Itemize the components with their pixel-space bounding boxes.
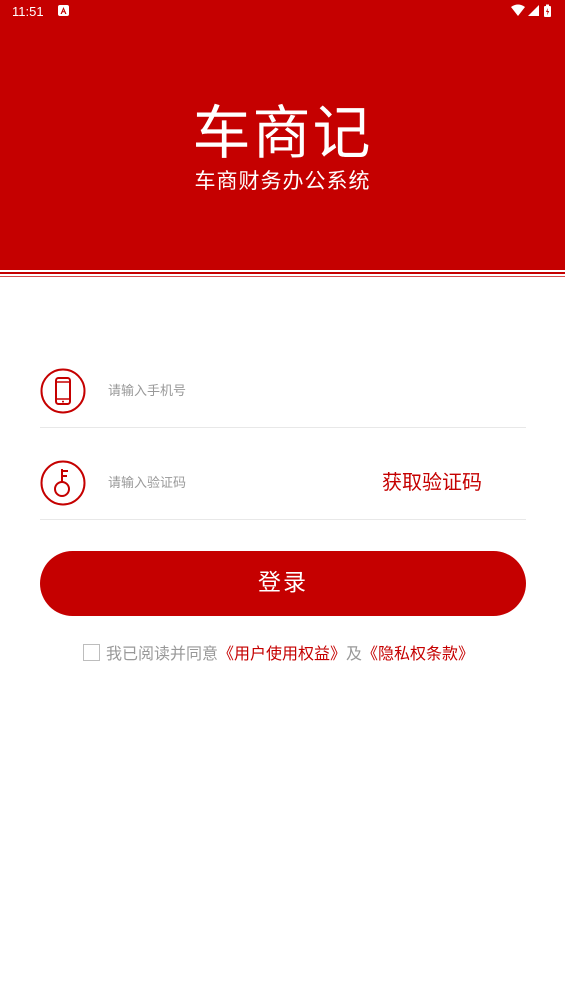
login-button[interactable]: 登录: [40, 551, 526, 616]
status-time: 11:51: [12, 4, 44, 19]
privacy-policy-link[interactable]: 《隐私权条款》: [362, 644, 474, 663]
verification-code-input[interactable]: [108, 470, 368, 496]
app-title: 车商记: [192, 99, 373, 167]
battery-icon: [544, 4, 551, 17]
header-divider-red: [0, 272, 565, 274]
header-divider-thin: [0, 276, 565, 277]
phone-icon: [40, 368, 86, 414]
wifi-icon: [511, 4, 525, 16]
agreement-row: 我已阅读并同意《用户使用权益》及《隐私权条款》: [83, 641, 503, 667]
header-banner: 11:51 车商记 车商财务办公系统: [0, 0, 565, 270]
app-notification-icon: [58, 5, 69, 16]
agree-checkbox[interactable]: [83, 644, 100, 661]
cell-signal-icon: [528, 5, 539, 16]
user-rights-link[interactable]: 《用户使用权益》: [218, 644, 346, 663]
status-bar: 11:51: [0, 0, 565, 24]
key-icon: [40, 460, 86, 506]
app-subtitle: 车商财务办公系统: [194, 169, 371, 193]
status-icons: [511, 4, 555, 18]
agreement-prefix: 我已阅读并同意: [106, 644, 219, 663]
phone-field-row: [40, 358, 526, 428]
phone-input[interactable]: [108, 378, 368, 404]
get-code-button[interactable]: 获取验证码: [382, 468, 482, 496]
agreement-conjunction: 及: [346, 644, 363, 663]
code-field-row: 获取验证码: [40, 450, 526, 520]
